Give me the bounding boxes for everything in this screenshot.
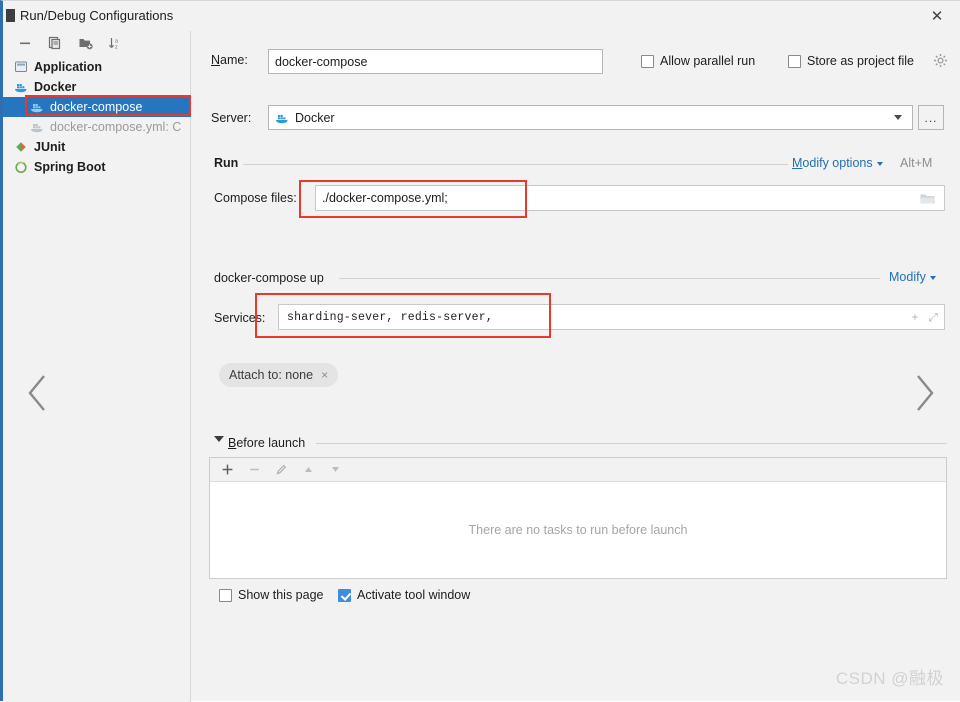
show-this-page-label: Show this page <box>238 588 324 602</box>
move-task-down-icon[interactable] <box>328 463 342 477</box>
server-value: Docker <box>295 110 335 125</box>
before-launch-toggle-icon[interactable] <box>214 436 224 442</box>
before-launch-title: Before launch <box>228 436 306 450</box>
tree-item-docker-compose[interactable]: docker-compose <box>3 97 191 117</box>
configuration-tree: Application Docker docker-compose docker… <box>3 57 191 177</box>
attach-to-label: Attach to: none <box>229 368 314 382</box>
name-input[interactable] <box>268 49 603 74</box>
store-as-project-file-label: Store as project file <box>807 54 914 68</box>
tree-item-docker-compose-yml[interactable]: docker-compose.yml: C <box>3 117 191 137</box>
run-section-divider <box>243 164 788 165</box>
chevron-down-icon <box>876 161 883 166</box>
services-input[interactable]: sharding-sever, redis-server, + ⤢ <box>278 304 945 330</box>
gear-icon[interactable] <box>933 53 948 71</box>
allow-parallel-run-label: Allow parallel run <box>660 54 756 68</box>
close-icon[interactable]: × <box>321 368 328 382</box>
modify-link-label: Modify <box>889 270 926 284</box>
svg-text:z: z <box>115 44 118 50</box>
copy-configuration-icon[interactable] <box>47 35 63 51</box>
spring-icon <box>13 159 29 175</box>
tree-item-junit[interactable]: JUnit <box>3 137 191 157</box>
docker-icon <box>275 111 289 125</box>
edit-task-icon[interactable] <box>274 463 288 477</box>
compose-files-value: ./docker-compose.yml; <box>322 191 448 205</box>
before-launch-divider <box>316 443 947 444</box>
run-section-title: Run <box>214 156 239 170</box>
tree-item-docker[interactable]: Docker <box>3 77 191 97</box>
server-dropdown[interactable]: Docker <box>268 105 913 130</box>
sidebar-toolbar: a z <box>3 31 191 55</box>
configurations-sidebar: a z Application Docker docker-compose do… <box>3 31 191 702</box>
attach-to-chip[interactable]: Attach to: none × <box>219 363 339 387</box>
title-bar: Run/Debug Configurations ✕ <box>3 1 960 31</box>
next-configuration-icon[interactable] <box>911 371 939 418</box>
tree-item-label: Spring Boot <box>34 160 106 174</box>
compose-up-divider <box>339 278 880 279</box>
services-value: sharding-sever, redis-server, <box>287 310 493 324</box>
activate-tool-window-checkbox[interactable]: Activate tool window <box>338 588 470 602</box>
expand-services-icon[interactable]: ⤢ <box>929 312 938 325</box>
remove-configuration-icon[interactable] <box>17 35 33 51</box>
services-actions: + ⤢ <box>911 305 938 331</box>
run-debug-configurations-dialog: Run/Debug Configurations ✕ a z Applicati… <box>0 0 960 702</box>
before-launch-empty-text: There are no tasks to run before launch <box>468 523 688 537</box>
close-icon[interactable]: ✕ <box>914 1 960 31</box>
tree-item-label: Docker <box>34 80 77 94</box>
watermark: CSDN @融极 <box>835 669 944 688</box>
checkbox-box <box>641 54 654 68</box>
add-service-icon[interactable]: + <box>911 312 918 325</box>
junit-icon <box>13 139 29 155</box>
app-icon <box>6 9 15 22</box>
compose-up-section-title: docker-compose up <box>214 271 324 285</box>
checkbox-box <box>788 54 801 68</box>
name-label: Name: <box>211 53 248 67</box>
dialog-title: Run/Debug Configurations <box>20 8 174 23</box>
tree-item-label: JUnit <box>34 140 66 154</box>
modify-options-shortcut: Alt+M <box>900 156 933 170</box>
add-task-icon[interactable] <box>220 463 234 477</box>
tree-item-spring-boot[interactable]: Spring Boot <box>3 157 191 177</box>
checkbox-box <box>219 588 232 602</box>
tree-item-label: docker-compose <box>50 100 143 114</box>
modify-options-link[interactable]: Modify options <box>792 156 883 170</box>
show-this-page-checkbox[interactable]: Show this page <box>219 588 323 602</box>
before-launch-panel: There are no tasks to run before launch <box>209 457 947 579</box>
server-label: Server: <box>211 111 252 125</box>
chevron-down-icon <box>929 275 936 280</box>
tree-item-label: Application <box>34 60 103 74</box>
docker-icon <box>29 119 45 135</box>
server-browse-button[interactable]: ... <box>918 105 944 130</box>
modify-link[interactable]: Modify <box>889 270 936 284</box>
chevron-down-icon <box>894 115 902 120</box>
services-label: Services: <box>214 311 266 325</box>
remove-task-icon[interactable] <box>247 463 261 477</box>
previous-configuration-icon[interactable] <box>23 371 51 418</box>
docker-icon <box>13 79 29 95</box>
checkbox-box <box>338 588 351 602</box>
compose-files-label: Compose files: <box>214 191 297 205</box>
activate-tool-window-label: Activate tool window <box>357 588 471 602</box>
sort-configurations-icon[interactable]: a z <box>107 35 123 51</box>
tree-item-label: docker-compose.yml: C <box>50 120 182 134</box>
before-launch-toolbar <box>210 458 946 482</box>
add-folder-icon[interactable] <box>77 35 93 51</box>
application-icon <box>13 59 29 75</box>
store-as-project-file-checkbox[interactable]: Store as project file <box>788 54 914 68</box>
folder-icon[interactable] <box>911 186 943 210</box>
tree-item-application[interactable]: Application <box>3 57 191 77</box>
compose-files-input[interactable]: ./docker-compose.yml; <box>315 185 945 211</box>
move-task-up-icon[interactable] <box>301 463 315 477</box>
allow-parallel-run-checkbox[interactable]: Allow parallel run <box>641 54 755 68</box>
docker-icon <box>29 99 45 115</box>
